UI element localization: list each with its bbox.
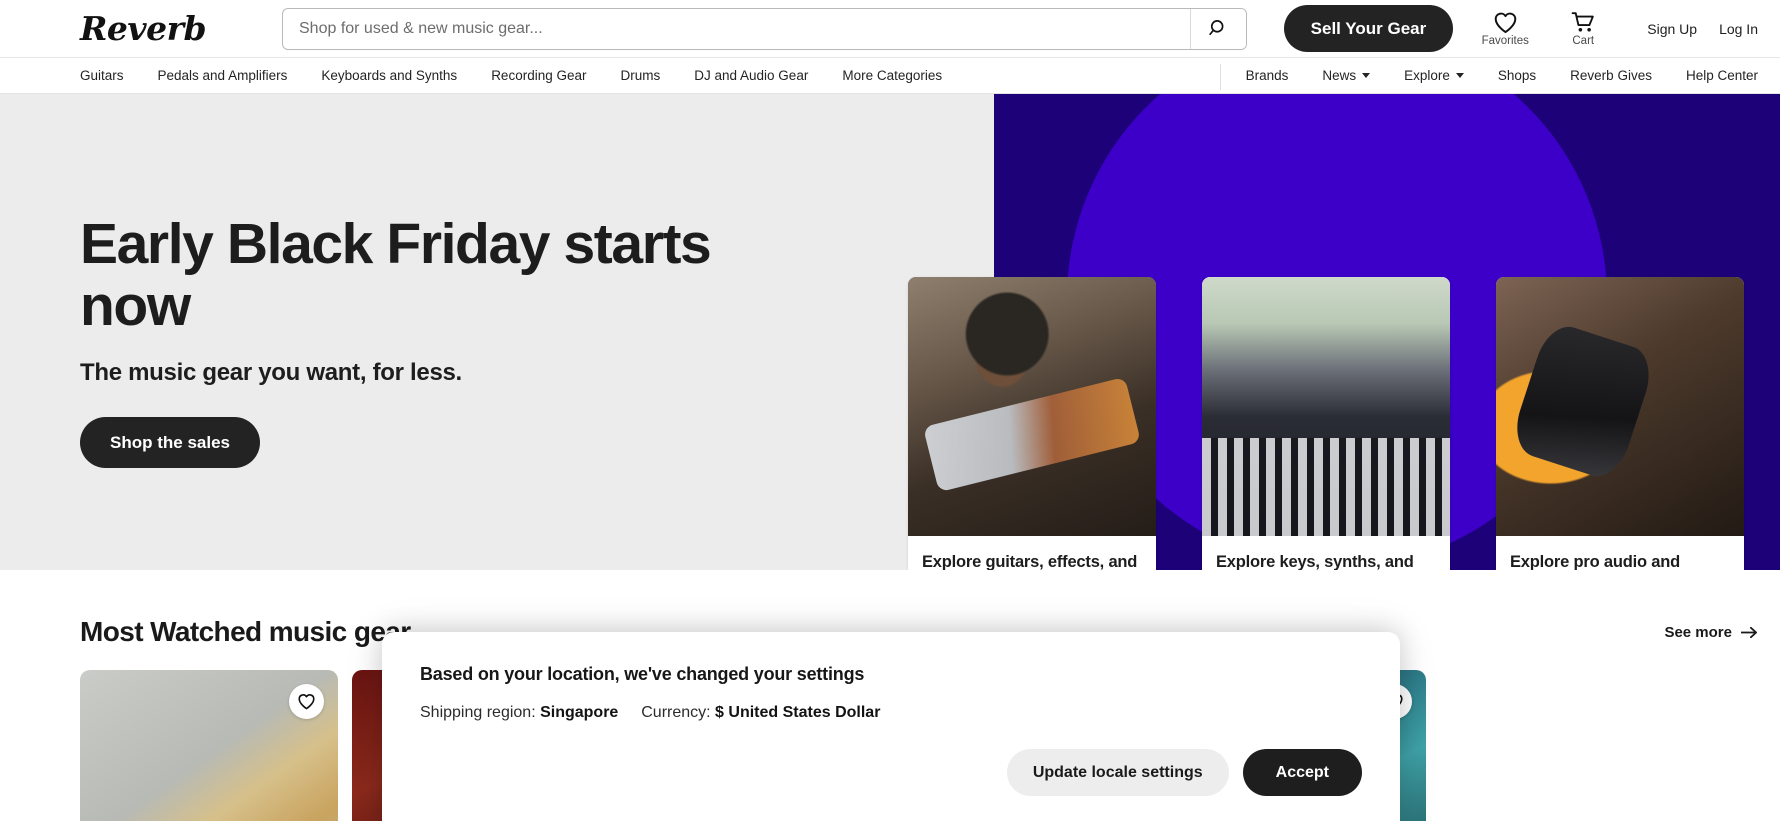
nav-item-news[interactable]: News (1322, 68, 1371, 83)
nav-label: Pedals and Amplifiers (157, 68, 288, 83)
heart-icon (1494, 12, 1517, 33)
nav-item-reverb-gives[interactable]: Reverb Gives (1570, 68, 1652, 83)
nav-item-recording-gear[interactable]: Recording Gear (491, 68, 586, 83)
shop-the-sales-button[interactable]: Shop the sales (80, 417, 260, 469)
locale-settings-dialog: Based on your location, we've changed yo… (382, 632, 1400, 821)
hero-card-caption: Explore guitars, effects, and amps (922, 553, 1138, 570)
hero-category-cards: Explore guitars, effects, and amps Explo… (908, 277, 1744, 570)
favorites-button[interactable]: Favorites (1479, 11, 1531, 47)
nav-label: Shops (1497, 68, 1537, 83)
hero-card-caption: Explore keys, synths, and drum machines (1216, 553, 1414, 570)
nav-item-more-categories[interactable]: More Categories (842, 68, 942, 83)
sell-your-gear-button[interactable]: Sell Your Gear (1283, 5, 1454, 52)
search-input[interactable] (283, 8, 1190, 49)
favorites-label: Favorites (1481, 34, 1529, 47)
microphone-singer-photo (1496, 277, 1744, 536)
nav-label: Help Center (1685, 68, 1758, 83)
nav-item-shops[interactable]: Shops (1498, 68, 1536, 83)
hero-card-guitars[interactable]: Explore guitars, effects, and amps (908, 277, 1156, 570)
nav-left-group: Guitars Pedals and Amplifiers Keyboards … (80, 68, 1220, 83)
hero-card-keys[interactable]: Explore keys, synths, and drum machines (1202, 277, 1450, 570)
dialog-locale-summary: Shipping region: Singapore Currency: $ U… (420, 704, 1362, 722)
nav-label: News (1322, 68, 1357, 83)
nav-item-brands[interactable]: Brands (1246, 68, 1289, 83)
arrow-right-icon (1741, 626, 1758, 638)
shipping-region-label: Shipping region: (420, 704, 536, 721)
nav-item-dj-and-audio-gear[interactable]: DJ and Audio Gear (694, 68, 808, 83)
nav-item-pedals-and-amplifiers[interactable]: Pedals and Amplifiers (158, 68, 288, 83)
nav-label: Explore (1404, 68, 1450, 83)
section-title: Most Watched music gear (80, 616, 411, 647)
update-locale-settings-button[interactable]: Update locale settings (1006, 749, 1229, 796)
site-header: Reverb Sell Your Gear Favorites (0, 0, 1780, 57)
accept-button[interactable]: Accept (1242, 749, 1362, 796)
hero-text-block: Early Black Friday starts now The music … (80, 94, 840, 469)
heart-outline-icon (298, 694, 315, 710)
hero-card-pro-audio[interactable]: Explore pro audio and recording gear (1496, 277, 1744, 570)
nav-item-help-center[interactable]: Help Center (1686, 68, 1758, 83)
page-root: Reverb Sell Your Gear Favorites (0, 0, 1780, 821)
nav-item-explore[interactable]: Explore (1404, 68, 1464, 83)
nav-right-group: Brands News Explore Shops Reverb Gives H… (1219, 64, 1758, 90)
cart-icon (1571, 11, 1594, 32)
dialog-title: Based on your location, we've changed yo… (420, 664, 865, 684)
log-in-link[interactable]: Log In (1719, 21, 1758, 37)
currency-label: Currency: (641, 704, 711, 721)
nav-item-guitars[interactable]: Guitars (80, 68, 124, 83)
chevron-down-icon (1455, 73, 1464, 78)
sign-up-link[interactable]: Sign Up (1647, 21, 1697, 37)
chevron-down-icon (1362, 73, 1371, 78)
nav-label: Brands (1245, 68, 1289, 83)
nav-item-drums[interactable]: Drums (621, 68, 661, 83)
search-bar (282, 7, 1247, 50)
hero-card-caption: Explore pro audio and recording gear (1510, 553, 1680, 570)
auth-links: Sign Up Log In (1625, 21, 1758, 37)
hero-title: Early Black Friday starts now (80, 212, 712, 338)
shipping-region-value: Singapore (540, 704, 619, 721)
hero-subtitle: The music gear you want, for less. (80, 359, 462, 387)
search-icon (1208, 20, 1224, 36)
nav-label: Recording Gear (491, 68, 587, 83)
nav-label: Drums (620, 68, 661, 83)
see-more-link[interactable]: See more (1664, 624, 1758, 641)
see-more-label: See more (1664, 623, 1732, 641)
nav-label: Keyboards and Synths (321, 68, 458, 83)
cart-button[interactable]: Cart (1557, 11, 1609, 47)
nav-label: Guitars (80, 68, 124, 83)
hero-banner: Early Black Friday starts now The music … (0, 94, 1780, 570)
search-button[interactable] (1189, 8, 1246, 49)
nav-label: DJ and Audio Gear (694, 68, 809, 83)
keyboard-hands-photo (1202, 277, 1450, 536)
product-card[interactable] (80, 670, 338, 821)
currency-value: $ United States Dollar (715, 704, 881, 721)
category-nav: Guitars Pedals and Amplifiers Keyboards … (0, 57, 1780, 94)
guitar-player-photo (908, 277, 1156, 536)
cart-label: Cart (1572, 34, 1595, 47)
nav-item-keyboards-and-synths[interactable]: Keyboards and Synths (321, 68, 457, 83)
nav-label: More Categories (842, 68, 943, 83)
nav-label: Reverb Gives (1570, 68, 1652, 83)
reverb-logo[interactable]: Reverb (80, 9, 230, 48)
favorite-toggle[interactable] (289, 684, 324, 719)
dialog-actions: Update locale settings Accept (420, 749, 1362, 796)
